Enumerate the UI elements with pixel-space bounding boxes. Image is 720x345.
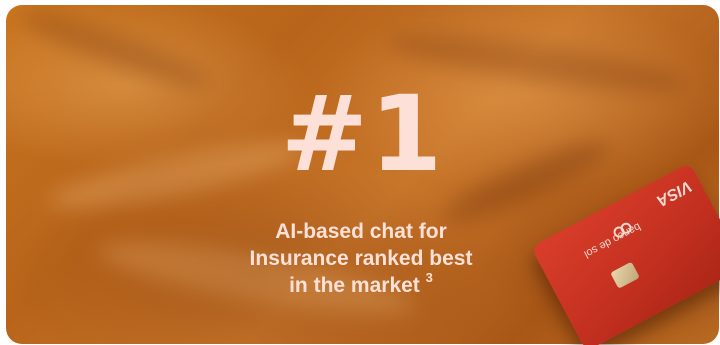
tagline-line-3-text: in the market (289, 274, 420, 297)
card-network-logo: VISA (653, 177, 695, 210)
tagline: AI-based chat for Insurance ranked best … (196, 218, 526, 299)
footnote-marker: 3 (425, 270, 433, 285)
tagline-line-1: AI-based chat for (275, 220, 447, 243)
card-brand-name: banco de sol (581, 220, 643, 261)
stage: #1 AI-based chat for Insurance ranked be… (0, 0, 720, 345)
card-chip-icon (610, 261, 640, 289)
rank-headline: #1 (280, 73, 445, 195)
tagline-line-3: in the market 3 (196, 270, 526, 299)
tagline-line-2: Insurance ranked best (249, 247, 473, 270)
